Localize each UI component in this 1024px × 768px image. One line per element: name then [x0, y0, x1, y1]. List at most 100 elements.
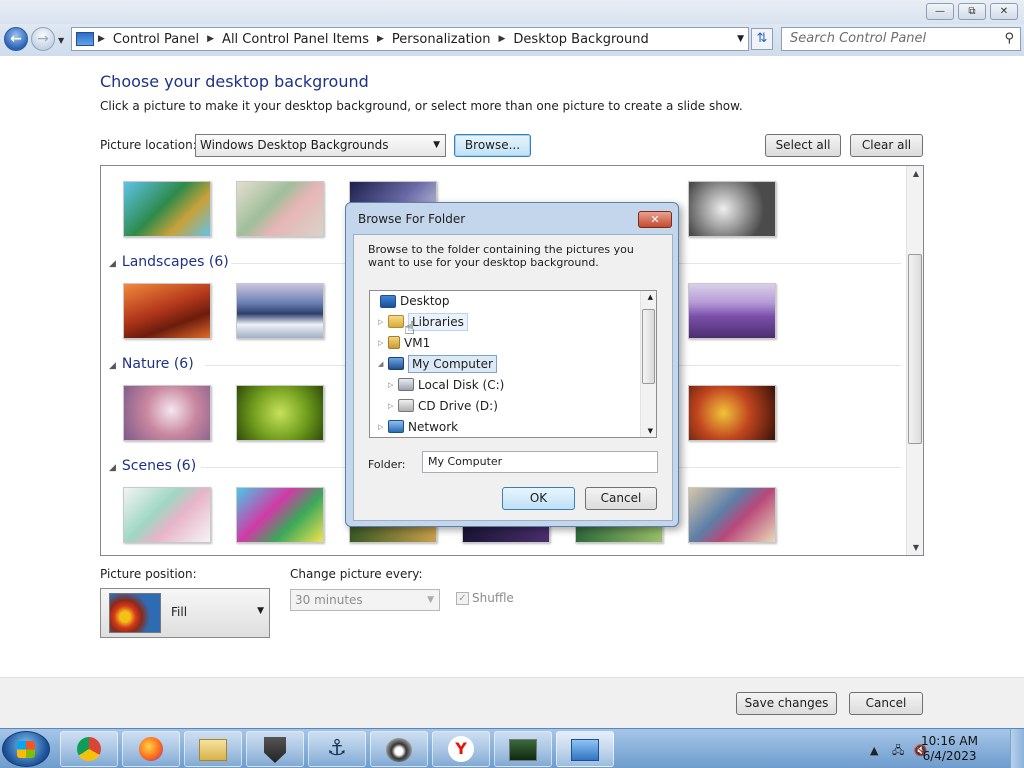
- tree-item-network[interactable]: ▷ Network: [370, 416, 656, 437]
- close-button[interactable]: ✕: [990, 3, 1018, 20]
- cd-drive-icon: [398, 399, 414, 412]
- history-dropdown-icon[interactable]: ▼: [58, 36, 64, 45]
- wallpaper-thumbnail[interactable]: [688, 487, 776, 543]
- dialog-description: Browse to the folder containing the pict…: [368, 243, 634, 269]
- group-header-landscapes[interactable]: ◢ Landscapes (6): [109, 254, 229, 270]
- browse-for-folder-dialog: Browse For Folder ✕ Browse to the folder…: [345, 202, 679, 527]
- picture-location-value: Windows Desktop Backgrounds: [200, 138, 389, 152]
- forward-button[interactable]: →: [31, 27, 55, 51]
- expand-arrow-icon[interactable]: ▷: [378, 318, 388, 326]
- breadcrumb-all-items[interactable]: All Control Panel Items: [222, 32, 369, 47]
- breadcrumb-desktop-background[interactable]: Desktop Background: [513, 32, 648, 47]
- taskbar-task-manager-button[interactable]: [494, 731, 552, 767]
- scroll-up-icon[interactable]: ▲: [648, 293, 653, 301]
- search-icon[interactable]: ⚲: [1004, 28, 1014, 50]
- page-title: Choose your desktop background: [100, 72, 369, 91]
- dialog-title: Browse For Folder: [358, 212, 466, 226]
- expand-arrow-icon[interactable]: ▷: [378, 339, 388, 347]
- gallery-scrollbar[interactable]: ▲ ▼: [906, 166, 923, 555]
- tree-scrollbar-thumb[interactable]: [642, 309, 655, 384]
- wallpaper-thumbnail[interactable]: [236, 181, 324, 237]
- taskbar-explorer-button[interactable]: [184, 731, 242, 767]
- taskbar-control-panel-button[interactable]: [556, 731, 614, 767]
- show-hidden-icons-icon[interactable]: ▲: [870, 744, 878, 757]
- search-input[interactable]: Search Control Panel ⚲: [781, 27, 1021, 51]
- folder-input[interactable]: My Computer: [422, 451, 658, 473]
- wallpaper-thumbnail[interactable]: [123, 385, 211, 441]
- dialog-body: Browse to the folder containing the pict…: [353, 234, 673, 521]
- wallpaper-thumbnail[interactable]: [236, 487, 324, 543]
- picture-location-select[interactable]: Windows Desktop Backgrounds ▼: [195, 134, 446, 157]
- show-desktop-button[interactable]: [1010, 729, 1024, 768]
- group-header-nature[interactable]: ◢ Nature (6): [109, 356, 194, 372]
- taskbar-yandex-button[interactable]: Y: [432, 731, 490, 767]
- clock-time: 10:16 AM: [921, 734, 978, 748]
- chevron-down-icon: ▼: [427, 595, 434, 605]
- restore-button[interactable]: ⧉: [958, 3, 986, 20]
- wallpaper-thumbnail[interactable]: [236, 385, 324, 441]
- system-tray[interactable]: ▲ 🖧 🔇: [870, 742, 927, 761]
- scroll-down-icon[interactable]: ▼: [913, 543, 919, 552]
- picture-position-label: Picture position:: [100, 567, 197, 581]
- control-panel-icon: [76, 32, 94, 46]
- collapse-arrow-icon[interactable]: ◢: [378, 360, 388, 368]
- save-changes-button[interactable]: Save changes: [736, 692, 837, 715]
- ok-button[interactable]: OK: [502, 487, 575, 510]
- tree-item-local-disk[interactable]: ▷ Local Disk (C:): [370, 374, 656, 395]
- wallpaper-thumbnail[interactable]: [123, 181, 211, 237]
- libraries-icon: [388, 315, 404, 328]
- chevron-down-icon: ▼: [433, 140, 440, 150]
- select-all-button[interactable]: Select all: [765, 134, 841, 157]
- wallpaper-thumbnail[interactable]: [688, 181, 776, 237]
- clear-all-button[interactable]: Clear all: [850, 134, 923, 157]
- drive-icon: [398, 378, 414, 391]
- expand-arrow-icon[interactable]: ▷: [378, 423, 388, 431]
- scroll-up-icon[interactable]: ▲: [913, 169, 919, 178]
- tree-item-my-computer[interactable]: ◢ My Computer: [370, 353, 656, 374]
- address-dropdown-icon[interactable]: ▼: [737, 34, 744, 44]
- change-picture-select: 30 minutes ▼: [290, 589, 440, 611]
- address-bar[interactable]: ▶ Control Panel ▶ All Control Panel Item…: [71, 27, 749, 51]
- wallpaper-thumbnail[interactable]: [236, 283, 324, 339]
- refresh-button[interactable]: ⇅: [751, 28, 773, 50]
- network-status-icon[interactable]: 🖧: [892, 744, 904, 757]
- shuffle-checkbox: ✓: [456, 592, 469, 605]
- taskbar-world-of-tanks-button[interactable]: [246, 731, 304, 767]
- tree-item-desktop[interactable]: Desktop: [370, 291, 656, 311]
- scrollbar-thumb[interactable]: [908, 254, 922, 444]
- picture-position-value: Fill: [171, 605, 188, 619]
- start-button[interactable]: [2, 731, 50, 767]
- taskbar-firefox-button[interactable]: [122, 731, 180, 767]
- taskbar-chrome-button[interactable]: [60, 731, 118, 767]
- tree-scrollbar[interactable]: ▲ ▼: [640, 291, 656, 437]
- back-button[interactable]: ←: [4, 27, 28, 51]
- scroll-down-icon[interactable]: ▼: [648, 427, 653, 435]
- wallpaper-thumbnail[interactable]: [123, 487, 211, 543]
- taskbar-raccoon-app-button[interactable]: [370, 731, 428, 767]
- dialog-cancel-button[interactable]: Cancel: [585, 487, 657, 510]
- dialog-close-button[interactable]: ✕: [638, 211, 672, 228]
- clock[interactable]: 10:16 AM 6/4/2023: [921, 734, 978, 764]
- shield-icon: [264, 737, 286, 763]
- wallpaper-thumbnail[interactable]: [688, 283, 776, 339]
- cancel-button[interactable]: Cancel: [849, 692, 923, 715]
- breadcrumb-control-panel[interactable]: Control Panel: [113, 32, 199, 47]
- taskbar-world-of-warships-button[interactable]: ⚓: [308, 731, 366, 767]
- browse-button[interactable]: Browse...: [454, 134, 531, 157]
- breadcrumb-personalization[interactable]: Personalization: [392, 32, 491, 47]
- anchor-icon: ⚓: [327, 736, 347, 761]
- expand-arrow-icon[interactable]: ▷: [388, 402, 398, 410]
- picture-position-select[interactable]: Fill ▼: [100, 588, 270, 638]
- wallpaper-thumbnail[interactable]: [123, 283, 211, 339]
- group-header-scenes[interactable]: ◢ Scenes (6): [109, 458, 196, 474]
- minimize-button[interactable]: —: [926, 3, 954, 20]
- page-subtitle: Click a picture to make it your desktop …: [100, 99, 743, 113]
- wallpaper-thumbnail[interactable]: [688, 385, 776, 441]
- tree-item-cd-drive[interactable]: ▷ CD Drive (D:): [370, 395, 656, 416]
- folder-tree[interactable]: Desktop ▷ Libraries ▷ VM1 ◢ My Computer …: [369, 290, 657, 438]
- yandex-icon: Y: [448, 736, 474, 762]
- window-titlebar: — ⧉ ✕: [0, 0, 1024, 24]
- expand-arrow-icon[interactable]: ▷: [388, 381, 398, 389]
- windows-logo-icon: [17, 741, 35, 758]
- folder-label: Folder:: [368, 458, 406, 471]
